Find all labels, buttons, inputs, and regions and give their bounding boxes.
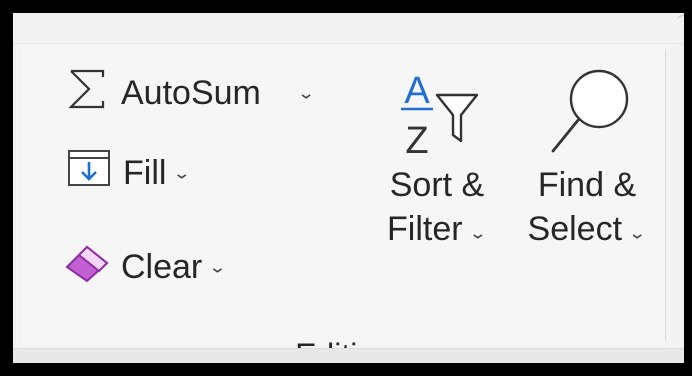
svg-text:Z: Z bbox=[405, 120, 428, 162]
fill-down-icon bbox=[67, 149, 111, 198]
corner-hint bbox=[674, 15, 684, 41]
sort-filter-label-line1: Sort & bbox=[389, 166, 485, 204]
svg-text:A: A bbox=[404, 70, 430, 112]
eraser-icon bbox=[63, 241, 111, 294]
ribbon-frame: AutoSum ⌄ Fill ⌄ Clear ⌄ A Z Sort & Filt… bbox=[0, 0, 692, 376]
group-right-separator bbox=[665, 49, 666, 341]
autosum-dropdown-chevron-icon[interactable]: ⌄ bbox=[297, 83, 315, 103]
editing-group: AutoSum ⌄ Fill ⌄ Clear ⌄ A Z Sort & Filt… bbox=[23, 45, 665, 363]
clear-label: Clear bbox=[121, 247, 203, 286]
magnifier-icon bbox=[517, 53, 657, 163]
autosum-label: AutoSum bbox=[121, 73, 261, 112]
autosum-button[interactable]: AutoSum ⌄ bbox=[67, 63, 315, 123]
fill-dropdown-chevron-icon[interactable]: ⌄ bbox=[172, 163, 190, 183]
fill-label: Fill bbox=[123, 153, 167, 192]
find-select-label-line2-text: Select bbox=[527, 210, 623, 248]
clear-button[interactable]: Clear ⌄ bbox=[63, 235, 227, 299]
find-select-label-line1: Find & bbox=[537, 166, 637, 204]
ribbon-bottom-strip bbox=[13, 348, 684, 363]
find-select-label-line2: Select ⌄ bbox=[517, 207, 657, 255]
sigma-icon bbox=[67, 67, 107, 120]
sort-filter-label-line2-text: Filter bbox=[387, 210, 463, 248]
clear-dropdown-chevron-icon[interactable]: ⌄ bbox=[208, 257, 226, 277]
find-select-button[interactable]: Find & Select ⌄ bbox=[517, 53, 657, 255]
sort-filter-label-line2: Filter ⌄ bbox=[377, 207, 497, 255]
sort-filter-button[interactable]: A Z Sort & Filter ⌄ bbox=[377, 53, 497, 255]
find-select-dropdown-chevron-icon: ⌄ bbox=[628, 223, 647, 242]
fill-button[interactable]: Fill ⌄ bbox=[67, 143, 191, 203]
ribbon-top-strip bbox=[13, 13, 684, 44]
sort-filter-icon: A Z bbox=[377, 53, 497, 163]
sort-filter-dropdown-chevron-icon: ⌄ bbox=[468, 223, 487, 242]
